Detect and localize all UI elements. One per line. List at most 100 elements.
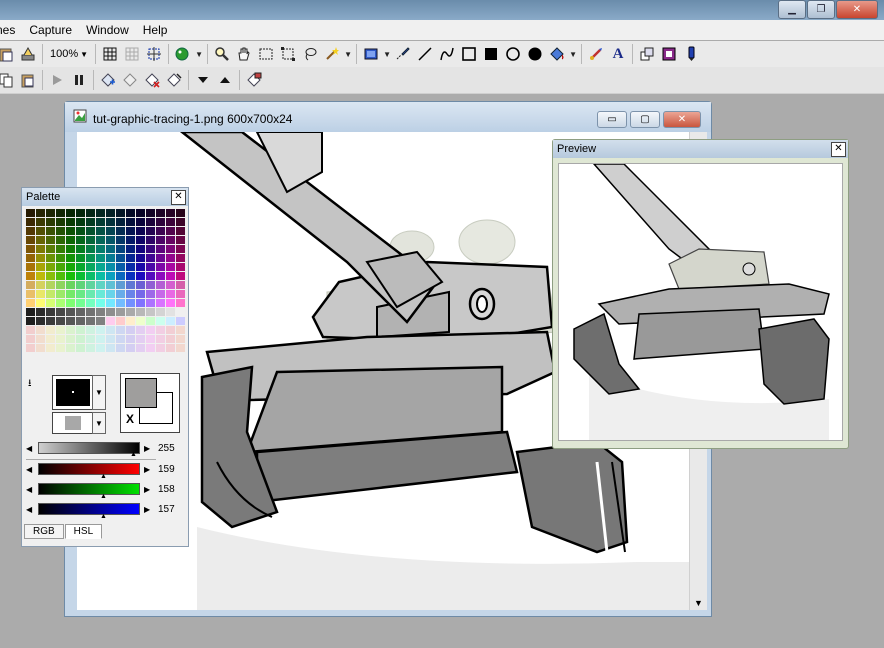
- color-swatch[interactable]: [96, 281, 105, 289]
- color-swatch[interactable]: [26, 290, 35, 298]
- brightness-slider[interactable]: ◀ ▶ 255: [26, 441, 182, 455]
- color-swatch[interactable]: [36, 326, 45, 334]
- rect-marquee-icon[interactable]: [361, 44, 381, 64]
- palette-title-bar[interactable]: Palette ✕: [22, 188, 188, 206]
- color-swatch[interactable]: [136, 254, 145, 262]
- slider-left-icon[interactable]: ◀: [26, 444, 34, 453]
- color-swatch[interactable]: [46, 209, 55, 217]
- color-swatch[interactable]: [176, 290, 185, 298]
- document-minimize-button[interactable]: ▭: [597, 111, 627, 128]
- marker-pen-icon[interactable]: [681, 44, 701, 64]
- color-swatch[interactable]: [146, 263, 155, 271]
- color-swatch[interactable]: [76, 290, 85, 298]
- color-swatch[interactable]: [126, 218, 135, 226]
- chevron-down-icon[interactable]: ▼: [92, 412, 106, 434]
- preview-title-bar[interactable]: Preview ✕: [553, 140, 848, 158]
- color-swatch[interactable]: [36, 227, 45, 235]
- color-swatch[interactable]: [66, 308, 75, 316]
- magic-wand-icon[interactable]: [322, 44, 342, 64]
- color-swatch[interactable]: [156, 245, 165, 253]
- color-swatch[interactable]: [26, 344, 35, 352]
- color-swatch[interactable]: [176, 335, 185, 343]
- crop-icon[interactable]: [144, 44, 164, 64]
- color-swatch[interactable]: [136, 308, 145, 316]
- chevron-down-icon[interactable]: ▼: [195, 44, 203, 64]
- color-swatch[interactable]: [96, 317, 105, 325]
- color-swatch[interactable]: [136, 263, 145, 271]
- color-swatch[interactable]: [126, 272, 135, 280]
- slider-thumb[interactable]: ▲: [100, 513, 107, 520]
- color-swatch[interactable]: [126, 263, 135, 271]
- color-swatch[interactable]: [136, 344, 145, 352]
- color-swatch[interactable]: [136, 236, 145, 244]
- color-swatch[interactable]: [56, 317, 65, 325]
- color-swatch[interactable]: [46, 299, 55, 307]
- color-swatch[interactable]: [166, 272, 175, 280]
- color-swatch[interactable]: [136, 272, 145, 280]
- color-swatch[interactable]: [36, 218, 45, 226]
- color-swatch[interactable]: [126, 326, 135, 334]
- pause-icon[interactable]: [69, 70, 89, 90]
- animation-settings-icon[interactable]: [244, 70, 264, 90]
- color-swatch[interactable]: [36, 281, 45, 289]
- color-swatch[interactable]: [26, 227, 35, 235]
- add-frame-icon[interactable]: [98, 70, 118, 90]
- color-swatch[interactable]: [86, 326, 95, 334]
- color-swatch[interactable]: [176, 254, 185, 262]
- color-swatch[interactable]: [66, 326, 75, 334]
- color-swatch[interactable]: [106, 317, 115, 325]
- color-swatch[interactable]: [106, 236, 115, 244]
- color-swatch[interactable]: [116, 236, 125, 244]
- color-swatch[interactable]: [96, 236, 105, 244]
- color-swatch[interactable]: [156, 290, 165, 298]
- color-swatch[interactable]: [36, 254, 45, 262]
- color-swatch[interactable]: [46, 335, 55, 343]
- line-tool-icon[interactable]: [415, 44, 435, 64]
- color-swatch[interactable]: [116, 308, 125, 316]
- color-swatch[interactable]: [86, 218, 95, 226]
- color-swatch[interactable]: [56, 209, 65, 217]
- slider-left-icon[interactable]: ◀: [26, 505, 34, 514]
- color-swatch[interactable]: [156, 326, 165, 334]
- color-swatch[interactable]: [136, 290, 145, 298]
- slider-right-icon[interactable]: ▶: [144, 485, 152, 494]
- menu-item-window[interactable]: Window: [79, 23, 136, 37]
- color-swatch[interactable]: [56, 281, 65, 289]
- fill-bucket-icon[interactable]: [547, 44, 567, 64]
- color-swatch[interactable]: [66, 245, 75, 253]
- color-swatch[interactable]: [26, 281, 35, 289]
- copy-icon[interactable]: [0, 70, 16, 90]
- background-color-picker[interactable]: [52, 412, 94, 434]
- color-swatch[interactable]: [126, 335, 135, 343]
- color-swatch[interactable]: [156, 299, 165, 307]
- color-swatch[interactable]: [96, 272, 105, 280]
- color-swatch[interactable]: [146, 335, 155, 343]
- color-swatch[interactable]: [116, 218, 125, 226]
- hand-pan-icon[interactable]: [234, 44, 254, 64]
- color-swatch[interactable]: [106, 263, 115, 271]
- color-swatch[interactable]: [96, 209, 105, 217]
- color-swatch[interactable]: [136, 281, 145, 289]
- color-swatch[interactable]: [176, 317, 185, 325]
- color-swatch[interactable]: [116, 299, 125, 307]
- color-swatch[interactable]: [36, 290, 45, 298]
- fg-bg-preview[interactable]: X: [120, 373, 180, 433]
- slider-thumb[interactable]: ▲: [100, 493, 107, 500]
- color-swatch[interactable]: [46, 263, 55, 271]
- rect-select-icon[interactable]: [256, 44, 276, 64]
- color-swatch[interactable]: [136, 209, 145, 217]
- color-swatch[interactable]: [166, 317, 175, 325]
- color-swatch[interactable]: [136, 317, 145, 325]
- color-swatch[interactable]: [136, 299, 145, 307]
- color-swatch[interactable]: [106, 344, 115, 352]
- color-swatch[interactable]: [86, 281, 95, 289]
- paste-special-icon[interactable]: [18, 70, 38, 90]
- color-swatch[interactable]: [156, 308, 165, 316]
- chevron-down-icon[interactable]: ▼: [92, 375, 106, 410]
- color-swatch[interactable]: [156, 344, 165, 352]
- color-swatch[interactable]: [76, 227, 85, 235]
- preview-close-button[interactable]: ✕: [831, 142, 846, 157]
- paste-icon[interactable]: [0, 44, 16, 64]
- color-swatch[interactable]: [156, 209, 165, 217]
- color-swatch[interactable]: [76, 209, 85, 217]
